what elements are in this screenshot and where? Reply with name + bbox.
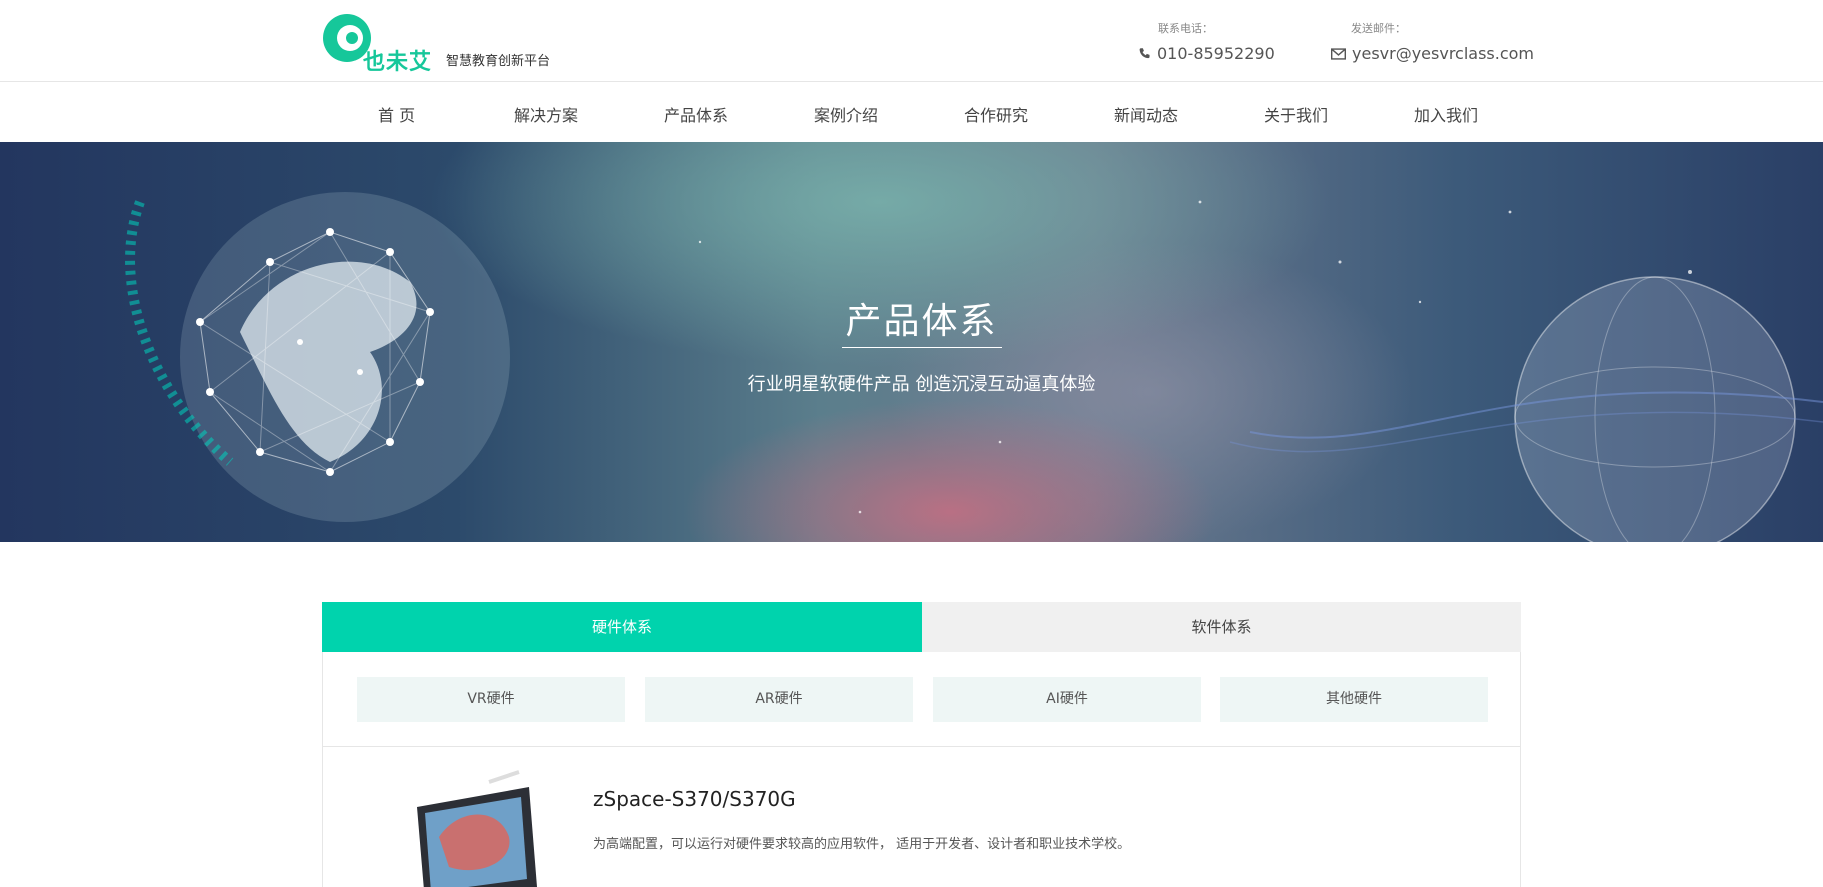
- nav-item-about[interactable]: 关于我们: [1264, 102, 1328, 126]
- product-image[interactable]: [369, 767, 539, 887]
- nav-item-cases[interactable]: 案例介绍: [814, 102, 878, 126]
- subtab-ar-hardware[interactable]: AR硬件: [645, 677, 913, 722]
- logo[interactable]: 也未艾 智慧教育创新平台: [321, 12, 561, 75]
- tab-software[interactable]: 软件体系: [922, 602, 1521, 652]
- main-nav: 首 页 解决方案 产品体系 案例介绍 合作研究 新闻动态 关于我们 加入我们: [0, 82, 1823, 142]
- envelope-icon: [1331, 47, 1346, 60]
- subtab-vr-hardware[interactable]: VR硬件: [357, 677, 625, 722]
- nav-item-news[interactable]: 新闻动态: [1114, 102, 1178, 126]
- phone-icon: [1139, 48, 1150, 59]
- mail-address[interactable]: yesvr@yesvrclass.com: [1352, 44, 1534, 63]
- product-name[interactable]: zSpace-S370/S370G: [593, 787, 796, 811]
- nav-item-solutions[interactable]: 解决方案: [514, 102, 578, 126]
- banner-title-underline: [842, 347, 1002, 348]
- logo-slogan: 智慧教育创新平台: [446, 54, 551, 69]
- tab-hardware[interactable]: 硬件体系: [322, 602, 922, 652]
- subtab-other-hardware[interactable]: 其他硬件: [1220, 677, 1488, 722]
- top-header: 也未艾 智慧教育创新平台 联系电话： 010-85952290 发送邮件： ye…: [0, 0, 1823, 82]
- nav-item-home[interactable]: 首 页: [378, 102, 415, 126]
- nav-item-cooperation[interactable]: 合作研究: [964, 102, 1028, 126]
- divider: [323, 746, 1520, 747]
- mail-label: 发送邮件：: [1351, 22, 1406, 35]
- product-description: 为高端配置，可以运行对硬件要求较高的应用软件， 适用于开发者、设计者和职业技术学…: [593, 837, 1131, 852]
- hardware-panel: VR硬件 AR硬件 AI硬件 其他硬件 zSpace-S370/S370G 为高…: [322, 652, 1521, 887]
- contact-phone: 联系电话： 010-85952290: [1138, 20, 1275, 63]
- banner-title: 产品体系: [845, 301, 998, 342]
- banner-subtitle: 行业明星软硬件产品 创造沉浸互动逼真体验: [747, 374, 1096, 395]
- left-globe-icon: [125, 192, 510, 522]
- logo-text: 也未艾: [363, 50, 433, 75]
- contact-mail: 发送邮件： yesvr@yesvrclass.com: [1331, 20, 1534, 63]
- nav-item-products[interactable]: 产品体系: [664, 102, 728, 126]
- product-category-tabs: 硬件体系 软件体系: [322, 602, 1521, 652]
- nav-item-join[interactable]: 加入我们: [1414, 102, 1478, 126]
- hero-banner: 产品体系 行业明星软硬件产品 创造沉浸互动逼真体验: [0, 142, 1823, 542]
- phone-label: 联系电话：: [1158, 22, 1213, 35]
- subtab-ai-hardware[interactable]: AI硬件: [933, 677, 1201, 722]
- phone-number[interactable]: 010-85952290: [1157, 44, 1275, 63]
